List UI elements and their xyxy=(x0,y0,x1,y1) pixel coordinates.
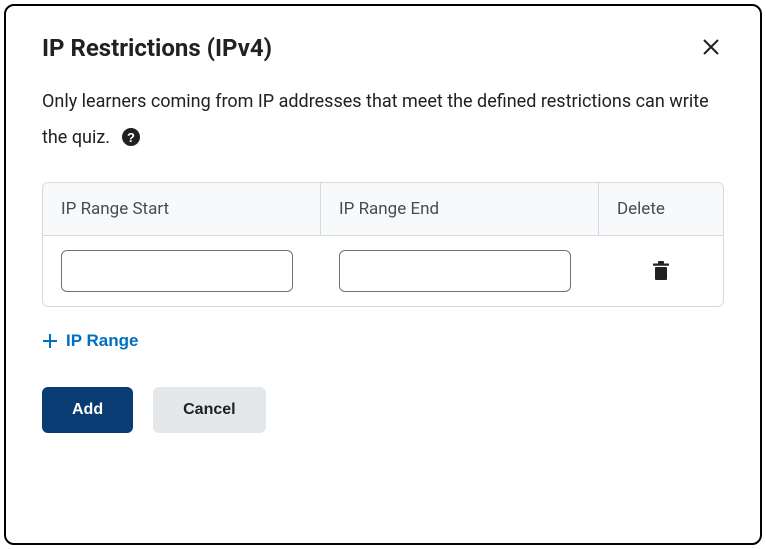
cancel-button[interactable]: Cancel xyxy=(153,387,265,433)
add-ip-range-button[interactable]: IP Range xyxy=(42,331,138,351)
ip-range-end-input[interactable] xyxy=(339,250,571,292)
dialog-header: IP Restrictions (IPv4) xyxy=(42,34,724,62)
cell-end xyxy=(321,236,599,306)
delete-row-button[interactable] xyxy=(648,257,674,285)
table-header-row: IP Range Start IP Range End Delete xyxy=(43,183,723,236)
plus-icon xyxy=(42,333,58,349)
dialog-footer: Add Cancel xyxy=(42,387,724,433)
ip-range-start-input[interactable] xyxy=(61,250,293,292)
svg-text:?: ? xyxy=(127,130,135,145)
add-ip-range-label: IP Range xyxy=(66,331,138,351)
column-header-end: IP Range End xyxy=(321,183,599,235)
close-button[interactable] xyxy=(698,34,724,60)
close-icon xyxy=(702,38,720,56)
add-button[interactable]: Add xyxy=(42,387,133,433)
help-icon[interactable]: ? xyxy=(121,127,141,147)
trash-icon xyxy=(652,261,670,281)
column-header-delete: Delete xyxy=(599,183,723,235)
cell-start xyxy=(43,236,321,306)
cell-delete xyxy=(599,236,723,306)
ip-range-table: IP Range Start IP Range End Delete xyxy=(42,182,724,307)
description-text: Only learners coming from IP addresses t… xyxy=(42,91,709,148)
dialog-description: Only learners coming from IP addresses t… xyxy=(42,84,724,156)
dialog-title: IP Restrictions (IPv4) xyxy=(42,34,272,62)
ip-restrictions-dialog: IP Restrictions (IPv4) Only learners com… xyxy=(4,4,762,545)
column-header-start: IP Range Start xyxy=(43,183,321,235)
table-row xyxy=(43,236,723,306)
